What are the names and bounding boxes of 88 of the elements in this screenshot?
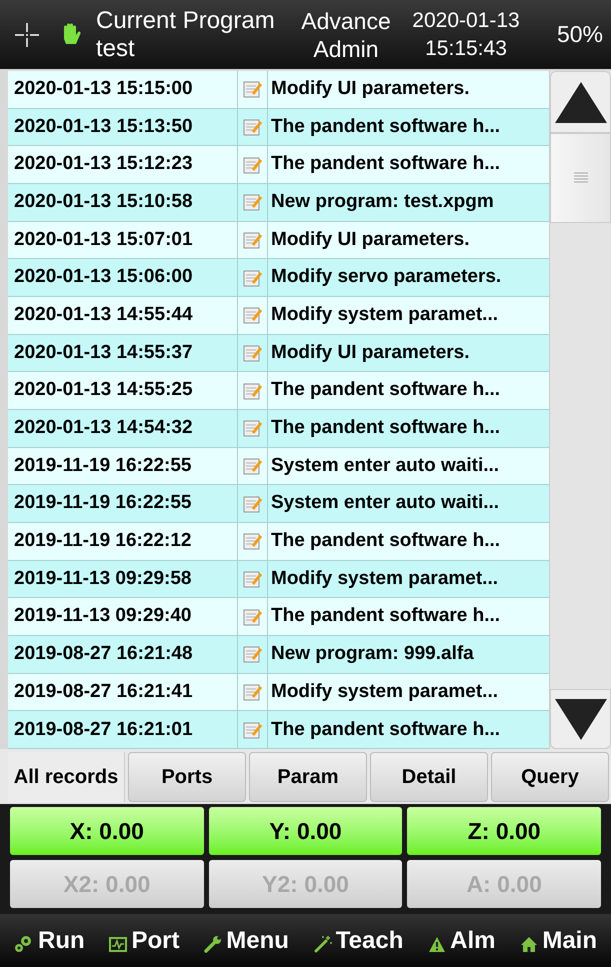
up-triangle-icon bbox=[554, 80, 608, 124]
home-icon bbox=[520, 936, 538, 952]
record-message: New program: test.xpgm bbox=[270, 190, 495, 214]
filter-tab[interactable]: Query bbox=[491, 752, 609, 802]
filter-tab[interactable]: Param bbox=[249, 752, 367, 802]
mode-label: Advance bbox=[301, 6, 391, 34]
record-message: System enter auto waiti... bbox=[270, 491, 500, 516]
record-time: 2020-01-13 15:12:23 bbox=[8, 146, 238, 184]
record-time: 2019-08-27 16:21:48 bbox=[8, 636, 238, 673]
nav-button[interactable]: Menu bbox=[204, 928, 289, 952]
crosshair-icon bbox=[14, 22, 40, 48]
nav-button[interactable]: Run bbox=[14, 928, 85, 952]
speed-label: 50% bbox=[556, 20, 603, 50]
record-time: 2020-01-13 15:10:58 bbox=[8, 184, 238, 221]
record-message: Modify UI parameters. bbox=[270, 77, 470, 102]
record-time: 2020-01-13 14:55:25 bbox=[8, 372, 238, 410]
record-time: 2020-01-13 14:54:32 bbox=[8, 410, 238, 447]
record-message: Modify servo parameters. bbox=[270, 265, 502, 290]
notepad-icon bbox=[242, 457, 262, 476]
notepad-icon bbox=[242, 193, 262, 212]
magic-wand-icon bbox=[314, 934, 332, 952]
notepad-icon bbox=[242, 118, 262, 136]
record-time: 2019-11-13 09:29:58 bbox=[8, 560, 238, 598]
record-message: The pandent software h... bbox=[270, 416, 502, 440]
scroll-thumb[interactable] bbox=[550, 133, 611, 223]
axis-position-button[interactable]: Z: 0.00 bbox=[407, 807, 601, 855]
record-message: The pandent software h... bbox=[270, 114, 502, 139]
record-message: The pandent software h... bbox=[270, 529, 502, 554]
nav-button[interactable]: Teach bbox=[314, 928, 404, 952]
wrench-icon bbox=[204, 934, 222, 952]
record-time: 2020-01-13 14:55:44 bbox=[8, 297, 238, 334]
nav-button[interactable]: Port bbox=[109, 928, 180, 952]
filter-tab[interactable]: Detail bbox=[370, 752, 488, 802]
record-time: 2020-01-13 15:15:00 bbox=[8, 71, 238, 108]
scroll-down-button[interactable] bbox=[550, 689, 611, 749]
record-time: 2020-01-13 14:55:37 bbox=[8, 334, 238, 372]
nav-button[interactable]: Alm bbox=[428, 928, 496, 952]
record-message: The pandent software h... bbox=[270, 718, 502, 742]
notepad-icon bbox=[242, 268, 262, 287]
record-time: 2019-11-19 16:22:55 bbox=[8, 485, 238, 522]
filter-tab[interactable]: All records bbox=[8, 752, 125, 802]
notepad-icon bbox=[242, 419, 262, 438]
monitor-icon bbox=[109, 936, 128, 952]
record-time: 2020-01-13 15:06:00 bbox=[8, 259, 238, 296]
notepad-icon bbox=[242, 532, 262, 550]
user-label: Admin bbox=[313, 34, 379, 62]
notepad-icon bbox=[242, 494, 262, 513]
time-label: 15:15:43 bbox=[425, 36, 507, 62]
axis-position-button[interactable]: X: 0.00 bbox=[10, 807, 204, 855]
scroll-up-button[interactable] bbox=[550, 71, 611, 133]
notepad-icon bbox=[242, 608, 262, 626]
grip-icon bbox=[574, 172, 588, 184]
warning-icon bbox=[428, 936, 446, 952]
notepad-icon bbox=[242, 231, 262, 250]
record-time: 2019-08-27 16:21:01 bbox=[8, 711, 238, 748]
filter-tab[interactable]: Ports bbox=[128, 752, 246, 802]
record-time: 2020-01-13 15:07:01 bbox=[8, 222, 238, 258]
notepad-icon bbox=[242, 344, 262, 362]
record-message: Modify UI parameters. bbox=[270, 340, 470, 365]
record-time: 2019-08-27 16:21:41 bbox=[8, 674, 238, 710]
program-name: test bbox=[96, 34, 136, 62]
notepad-icon bbox=[242, 80, 262, 98]
down-triangle-icon bbox=[554, 697, 608, 741]
record-message: Modify system paramet... bbox=[270, 566, 500, 591]
notepad-icon bbox=[242, 720, 262, 739]
gears-icon bbox=[14, 934, 34, 952]
record-message: The pandent software h... bbox=[270, 152, 502, 176]
record-time: 2019-11-13 09:29:40 bbox=[8, 598, 238, 636]
notepad-icon bbox=[242, 382, 262, 400]
nav-button[interactable]: Main bbox=[520, 928, 597, 952]
record-time: 2020-01-13 15:13:50 bbox=[8, 108, 238, 146]
notepad-icon bbox=[242, 570, 262, 588]
program-label: Current Program bbox=[96, 6, 276, 34]
notepad-icon bbox=[242, 645, 262, 664]
notepad-icon bbox=[242, 306, 262, 324]
record-time: 2019-11-19 16:22:55 bbox=[8, 448, 238, 484]
record-time: 2019-11-19 16:22:12 bbox=[8, 523, 238, 560]
record-message: Modify UI parameters. bbox=[270, 228, 470, 252]
record-message: Modify system paramet... bbox=[270, 303, 500, 328]
record-message: New program: 999.alfa bbox=[270, 642, 475, 666]
notepad-icon bbox=[242, 683, 262, 702]
record-message: The pandent software h... bbox=[270, 604, 502, 628]
date-label: 2020-01-13 bbox=[412, 8, 520, 34]
axis-position-button[interactable]: Y: 0.00 bbox=[208, 807, 402, 855]
record-message: The pandent software h... bbox=[270, 378, 502, 402]
record-message: Modify system paramet... bbox=[270, 680, 500, 704]
record-message: System enter auto waiti... bbox=[270, 454, 500, 478]
notepad-icon bbox=[242, 156, 262, 174]
